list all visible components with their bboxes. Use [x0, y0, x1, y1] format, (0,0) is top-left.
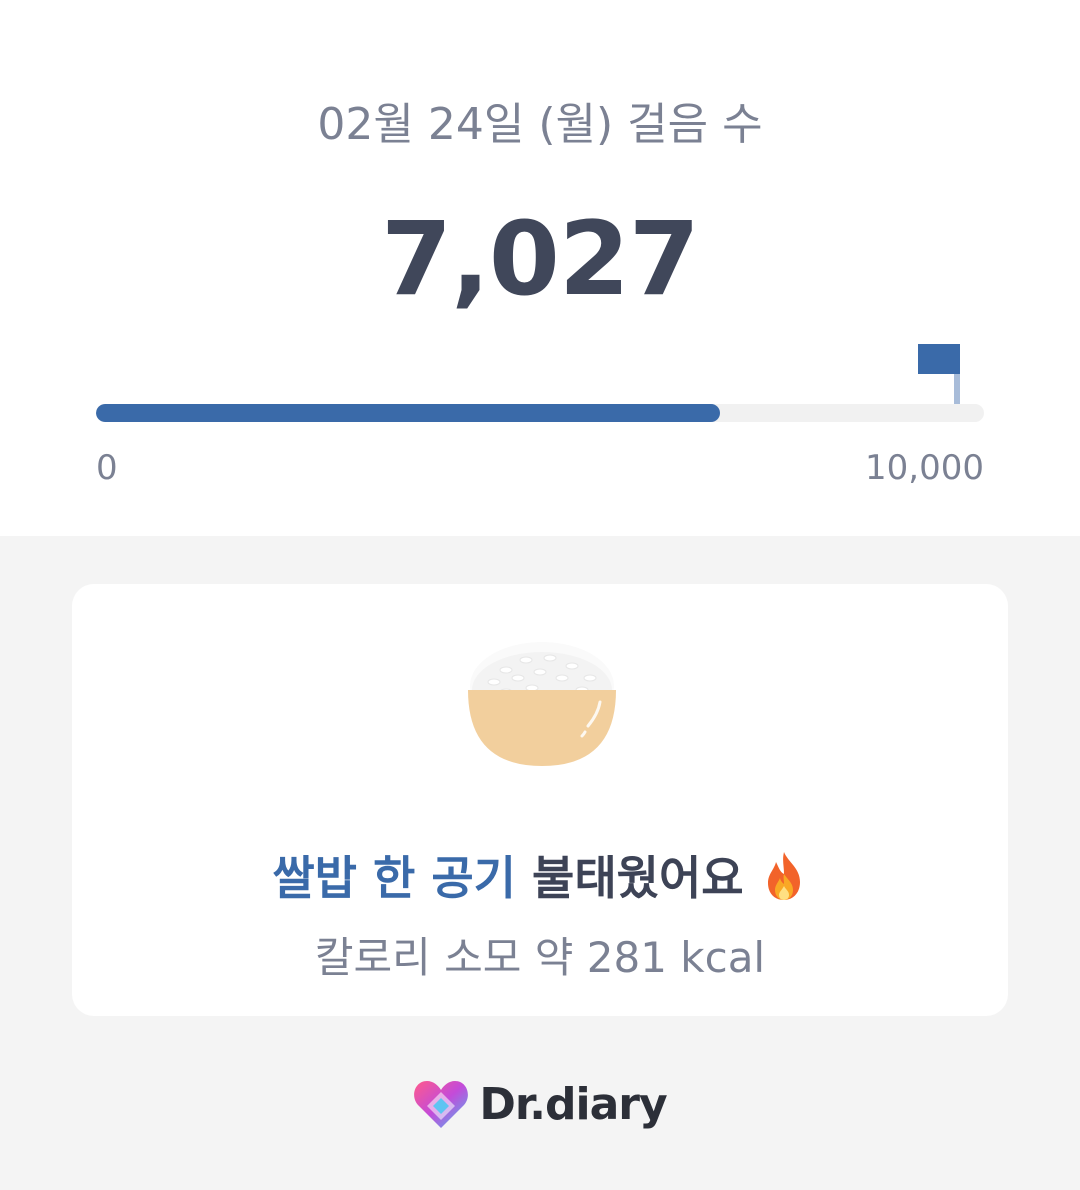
brand-name: Dr.diary	[479, 1078, 667, 1130]
progress-max-label: 10,000	[865, 448, 984, 488]
brand-footer: Dr.diary	[0, 1074, 1080, 1134]
calorie-burned-text: 칼로리 소모 약 281 kcal	[314, 933, 766, 982]
step-progress-fill	[96, 404, 720, 422]
food-equivalent: 쌀밥 한 공기	[272, 851, 516, 905]
step-count: 7,027	[381, 200, 700, 319]
fire-icon	[767, 852, 800, 900]
goal-flag-icon	[918, 344, 960, 374]
progress-min-label: 0	[96, 448, 118, 488]
dr-diary-logo-icon	[414, 1081, 469, 1128]
step-progress-bar	[96, 404, 984, 422]
date-title: 02월 24일 (월) 걸음 수	[317, 99, 763, 150]
calorie-card: 쌀밥 한 공기 불태웠어요 칼로리 소모 약 281 kcal	[72, 584, 1008, 1016]
headline-rest: 불태웠어요	[532, 851, 744, 905]
step-summary-panel: 02월 24일 (월) 걸음 수 7,027 0 10,000	[0, 0, 1080, 536]
calorie-headline: 쌀밥 한 공기 불태웠어요	[72, 842, 1008, 908]
rice-bowl-icon	[468, 642, 616, 766]
